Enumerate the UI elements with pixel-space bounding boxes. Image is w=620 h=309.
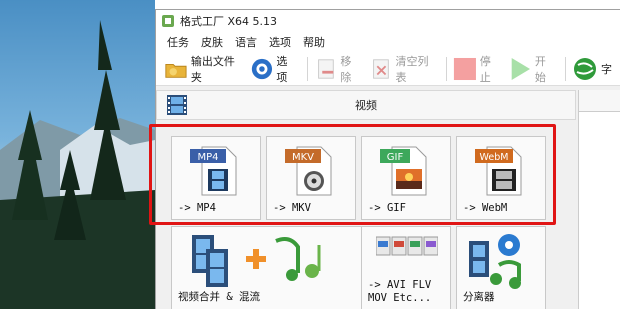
gif-tile-label: -> GIF xyxy=(368,202,406,214)
stop-icon xyxy=(453,57,476,80)
gif-badge-text: GIF xyxy=(387,152,404,163)
video-panel-title: 视频 xyxy=(355,99,377,112)
webm-badge-text: WebM xyxy=(480,152,509,163)
remove-button[interactable]: 移除 xyxy=(314,54,361,84)
mkv-file-icon: MKV xyxy=(285,146,332,196)
clear-list-icon xyxy=(372,58,389,79)
merge-tile-label: 视频合并 & 混流 xyxy=(178,291,260,303)
title-bar: 格式工厂 X64 5.13 xyxy=(156,10,620,32)
menu-language[interactable]: 语言 xyxy=(235,34,257,50)
menu-task[interactable]: 任务 xyxy=(167,34,189,50)
window-title: 格式工厂 X64 5.13 xyxy=(180,15,278,28)
output-folder-label: 输出文件夹 xyxy=(190,54,235,84)
mkv-badge-text: MKV xyxy=(292,152,314,163)
convert-webm-tile[interactable]: WebM -> WebM xyxy=(456,136,546,220)
toolbar: 输出文件夹 选项 移除 清空列表 停止 开始 字 xyxy=(156,52,620,86)
mkv-tile-label: -> MKV xyxy=(273,202,311,214)
task-list-header xyxy=(579,90,620,112)
remove-label: 移除 xyxy=(340,54,352,84)
menu-options[interactable]: 选项 xyxy=(269,34,291,50)
gif-file-icon: GIF xyxy=(380,146,427,196)
options-label: 选项 xyxy=(276,54,288,84)
app-window: 格式工厂 X64 5.13 任务 皮肤 语言 选项 帮助 输出文件夹 选项 移除… xyxy=(155,9,620,309)
toolbar-separator xyxy=(306,56,308,81)
start-button[interactable]: 开始 xyxy=(508,54,555,84)
splitter-tile[interactable]: 分离器 xyxy=(456,226,546,309)
avi-tile-label-line1: -> AVI FLV xyxy=(368,279,432,291)
remove-icon xyxy=(317,58,334,79)
folder-icon xyxy=(165,63,187,78)
stop-button[interactable]: 停止 xyxy=(453,54,500,84)
stop-label: 停止 xyxy=(479,54,491,84)
options-button[interactable]: 选项 xyxy=(250,54,297,84)
desktop-wallpaper xyxy=(0,0,155,309)
menu-skin[interactable]: 皮肤 xyxy=(201,34,223,50)
app-icon xyxy=(162,15,174,27)
output-folder-button[interactable]: 输出文件夹 xyxy=(164,54,242,84)
avi-tile-label-line2: MOV Etc... xyxy=(368,292,432,304)
convert-gif-tile[interactable]: GIF -> GIF xyxy=(361,136,451,220)
mp4-file-icon: MP4 xyxy=(190,146,237,196)
toolbar-separator xyxy=(565,56,566,81)
mp4-tile-label: -> MP4 xyxy=(178,202,216,214)
webm-tile-label: -> WebM xyxy=(463,202,508,214)
toolbar-separator xyxy=(446,56,447,81)
convert-avi-flv-mov-tile[interactable]: -> AVI FLV MOV Etc... xyxy=(361,226,451,309)
multi-format-icon xyxy=(376,236,438,256)
extra-button[interactable]: 字 xyxy=(572,55,612,83)
mp4-badge-text: MP4 xyxy=(197,152,218,163)
options-icon xyxy=(251,58,272,79)
menu-help[interactable]: 帮助 xyxy=(303,34,325,50)
task-list-pane xyxy=(578,90,620,309)
extra-label: 字 xyxy=(601,62,612,76)
convert-mp4-tile[interactable]: MP4 -> MP4 xyxy=(171,136,261,220)
splitter-tile-label: 分离器 xyxy=(463,291,495,303)
play-icon xyxy=(511,57,531,80)
globe-icon xyxy=(574,57,596,80)
webm-file-icon: WebM xyxy=(475,146,522,196)
merge-icon xyxy=(192,235,321,287)
clear-list-label: 清空列表 xyxy=(395,54,429,84)
convert-mkv-tile[interactable]: MKV -> MKV xyxy=(266,136,356,220)
splitter-icon xyxy=(469,234,521,289)
video-panel-header[interactable]: 视频 xyxy=(156,90,576,120)
merge-mux-tile[interactable]: 视频合并 & 混流 xyxy=(171,226,367,309)
menu-bar: 任务 皮肤 语言 选项 帮助 xyxy=(156,32,620,52)
clear-list-button[interactable]: 清空列表 xyxy=(369,54,436,84)
start-label: 开始 xyxy=(534,54,546,84)
